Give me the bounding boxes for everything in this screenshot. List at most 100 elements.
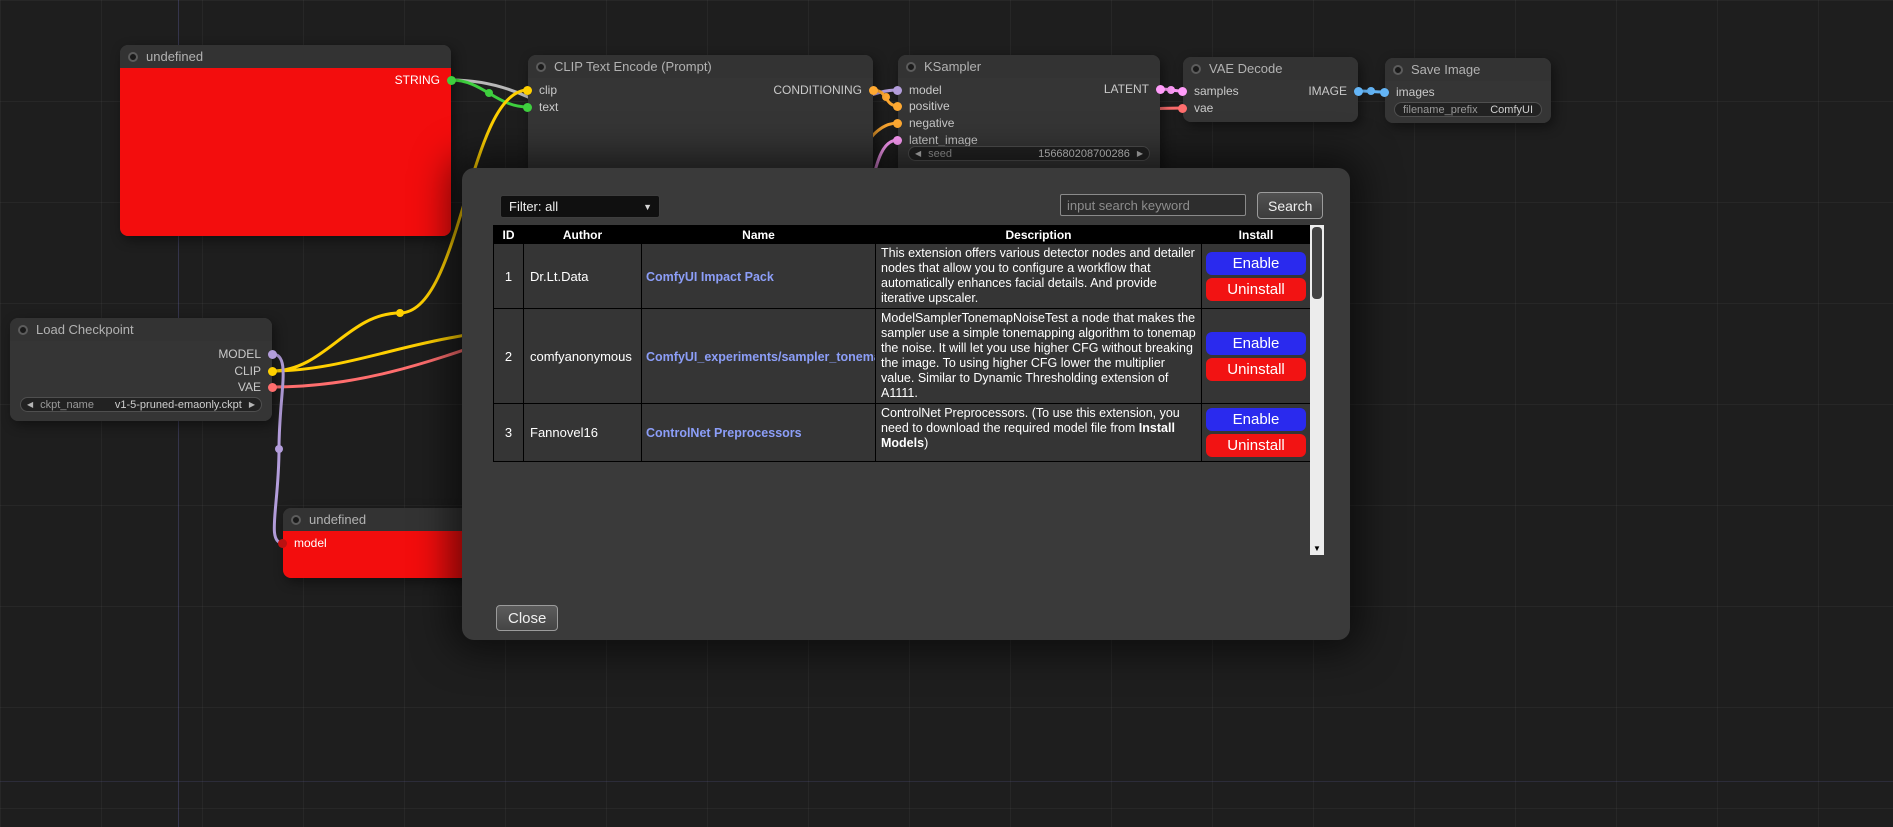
- filter-select-wrap: Filter: all ▼: [500, 195, 660, 218]
- input-slot-images[interactable]: images: [1380, 85, 1435, 99]
- scrollbar-thumb[interactable]: [1312, 227, 1322, 299]
- slot-label: STRING: [395, 73, 440, 87]
- cell-name: ComfyUI Impact Pack: [642, 244, 876, 309]
- output-slot-clip[interactable]: CLIP: [234, 364, 277, 378]
- enable-button[interactable]: Enable: [1206, 252, 1306, 275]
- node-title-bar[interactable]: VAE Decode: [1183, 57, 1358, 80]
- node-ksampler[interactable]: KSampler model positive negative latent_…: [898, 55, 1160, 175]
- input-slot-positive[interactable]: positive: [893, 99, 950, 113]
- collapse-icon[interactable]: [536, 62, 546, 72]
- output-slot-latent[interactable]: LATENT: [1104, 82, 1165, 96]
- extension-link[interactable]: ComfyUI Impact Pack: [646, 270, 774, 284]
- node-title-bar[interactable]: Save Image: [1385, 58, 1551, 81]
- node-body: MODEL CLIP VAE ◀ ckpt_name v1-5-pruned-e…: [10, 341, 272, 421]
- ckpt-name-widget[interactable]: ◀ ckpt_name v1-5-pruned-emaonly.ckpt ▶: [20, 397, 262, 412]
- slot-label: images: [1396, 85, 1435, 99]
- increment-arrow-icon[interactable]: ▶: [1137, 150, 1143, 158]
- input-slot-model[interactable]: model: [278, 536, 327, 550]
- uninstall-button[interactable]: Uninstall: [1206, 434, 1306, 457]
- input-slot-clip[interactable]: clip: [523, 83, 557, 97]
- collapse-icon[interactable]: [1191, 64, 1201, 74]
- column-header-author: Author: [524, 226, 642, 244]
- output-slot-model[interactable]: MODEL: [218, 347, 277, 361]
- widget-label: filename_prefix: [1403, 104, 1478, 116]
- extension-link[interactable]: ControlNet Preprocessors: [646, 426, 802, 440]
- cell-author: Fannovel16: [524, 404, 642, 462]
- node-load-checkpoint[interactable]: Load Checkpoint MODEL CLIP VAE ◀ ckpt_na…: [10, 318, 272, 421]
- node-title-bar[interactable]: undefined: [120, 45, 451, 68]
- filter-select[interactable]: Filter: all: [500, 195, 660, 218]
- output-slot-image[interactable]: IMAGE: [1308, 84, 1363, 98]
- input-slot-latent-image[interactable]: latent_image: [893, 133, 978, 147]
- output-slot-conditioning[interactable]: CONDITIONING: [773, 83, 878, 97]
- scroll-down-arrow-icon[interactable]: ▼: [1310, 541, 1324, 555]
- input-slot-vae[interactable]: vae: [1178, 101, 1213, 115]
- slot-label: samples: [1194, 84, 1239, 98]
- node-vae-decode[interactable]: VAE Decode samples vae IMAGE: [1183, 57, 1358, 122]
- slot-dot-icon[interactable]: [893, 86, 902, 95]
- node-clip-text-encode[interactable]: CLIP Text Encode (Prompt) clip text COND…: [528, 55, 873, 175]
- input-slot-text[interactable]: text: [523, 100, 558, 114]
- extension-link[interactable]: ComfyUI_experiments/sampler_tonemap: [646, 350, 876, 364]
- collapse-icon[interactable]: [291, 515, 301, 525]
- collapse-icon[interactable]: [1393, 65, 1403, 75]
- search-input[interactable]: [1060, 194, 1246, 216]
- slot-dot-icon[interactable]: [1380, 88, 1389, 97]
- input-slot-negative[interactable]: negative: [893, 116, 954, 130]
- node-title-bar[interactable]: KSampler: [898, 55, 1160, 78]
- column-header-description: Description: [876, 226, 1202, 244]
- slot-dot-icon[interactable]: [869, 86, 878, 95]
- column-header-name: Name: [642, 226, 876, 244]
- slot-dot-icon[interactable]: [893, 102, 902, 111]
- slot-dot-icon[interactable]: [893, 136, 902, 145]
- enable-button[interactable]: Enable: [1206, 408, 1306, 431]
- node-title-bar[interactable]: Load Checkpoint: [10, 318, 272, 341]
- slot-dot-icon[interactable]: [268, 350, 277, 359]
- slot-dot-icon[interactable]: [1178, 104, 1187, 113]
- node-body: model positive negative latent_image LAT…: [898, 78, 1160, 175]
- uninstall-button[interactable]: Uninstall: [1206, 278, 1306, 301]
- seed-widget[interactable]: ◀ seed 156680208700286 ▶: [908, 146, 1150, 161]
- slot-label: CLIP: [234, 364, 261, 378]
- table-row: 3 Fannovel16 ControlNet Preprocessors Co…: [494, 404, 1311, 462]
- slot-dot-icon[interactable]: [278, 539, 287, 548]
- slot-dot-icon[interactable]: [447, 76, 456, 85]
- slot-dot-icon[interactable]: [1354, 87, 1363, 96]
- slot-label: IMAGE: [1308, 84, 1347, 98]
- collapse-icon[interactable]: [906, 62, 916, 72]
- input-slot-model[interactable]: model: [893, 83, 942, 97]
- cell-install: Enable Uninstall: [1202, 244, 1311, 309]
- slot-dot-icon[interactable]: [268, 367, 277, 376]
- cell-description: This extension offers various detector n…: [876, 244, 1202, 309]
- scrollbar[interactable]: ▼: [1310, 225, 1324, 555]
- slot-dot-icon[interactable]: [1178, 87, 1187, 96]
- slot-label: model: [294, 536, 327, 550]
- decrement-arrow-icon[interactable]: ◀: [915, 150, 921, 158]
- previous-arrow-icon[interactable]: ◀: [27, 401, 33, 409]
- node-save-image[interactable]: Save Image images filename_prefix ComfyU…: [1385, 58, 1551, 123]
- output-slot-vae[interactable]: VAE: [238, 380, 277, 394]
- slot-dot-icon[interactable]: [523, 103, 532, 112]
- output-slot-string[interactable]: STRING: [395, 73, 456, 87]
- node-undefined-top[interactable]: undefined STRING: [120, 45, 451, 236]
- collapse-icon[interactable]: [18, 325, 28, 335]
- extensions-table: ID Author Name Description Install 1 Dr.…: [493, 225, 1311, 462]
- node-body: images filename_prefix ComfyUI: [1385, 81, 1551, 123]
- collapse-icon[interactable]: [128, 52, 138, 62]
- filename-prefix-widget[interactable]: filename_prefix ComfyUI: [1394, 102, 1542, 117]
- input-slot-samples[interactable]: samples: [1178, 84, 1239, 98]
- enable-button[interactable]: Enable: [1206, 332, 1306, 355]
- slot-dot-icon[interactable]: [893, 119, 902, 128]
- wire-dot: [882, 93, 890, 101]
- search-button[interactable]: Search: [1257, 192, 1323, 219]
- cell-install: Enable Uninstall: [1202, 404, 1311, 462]
- close-button[interactable]: Close: [496, 605, 558, 631]
- slot-label: CONDITIONING: [773, 83, 862, 97]
- uninstall-button[interactable]: Uninstall: [1206, 358, 1306, 381]
- cell-install: Enable Uninstall: [1202, 309, 1311, 404]
- node-title-bar[interactable]: CLIP Text Encode (Prompt): [528, 55, 873, 78]
- slot-dot-icon[interactable]: [523, 86, 532, 95]
- next-arrow-icon[interactable]: ▶: [249, 401, 255, 409]
- slot-dot-icon[interactable]: [1156, 85, 1165, 94]
- slot-dot-icon[interactable]: [268, 383, 277, 392]
